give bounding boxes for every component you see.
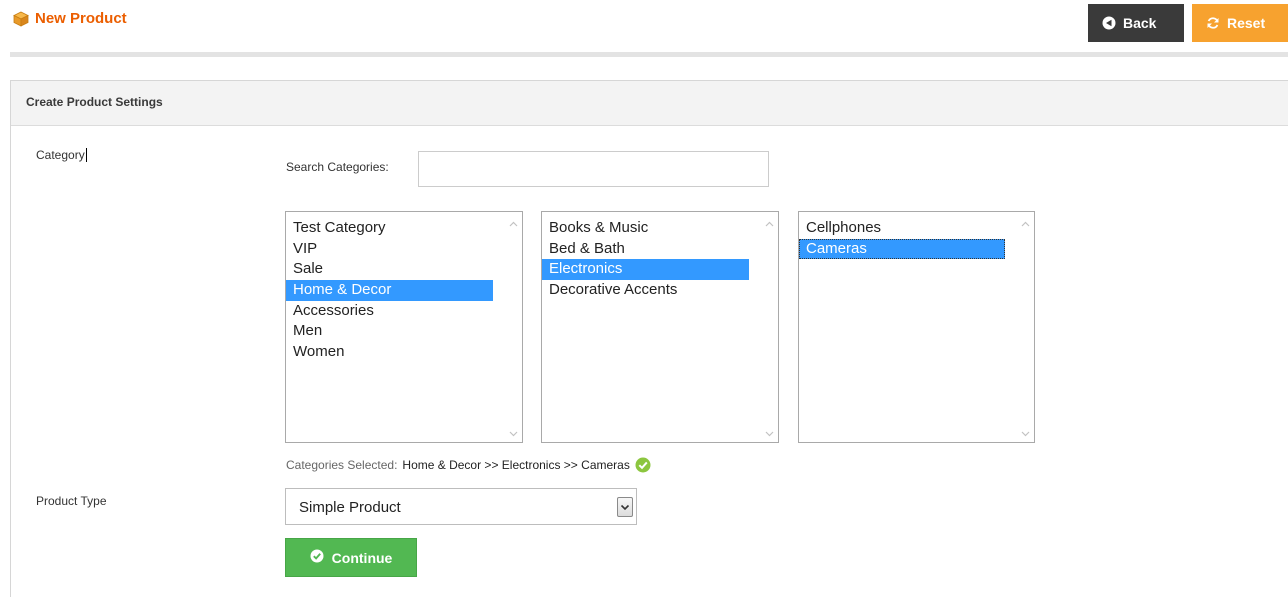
list-item[interactable]: VIP [286, 239, 493, 260]
product-type-label: Product Type [36, 494, 107, 508]
panel-title: Create Product Settings [11, 81, 1288, 126]
categories-selected-label: Categories Selected: [286, 458, 398, 472]
continue-button-label: Continue [331, 549, 393, 566]
chevron-down-icon[interactable] [617, 497, 633, 517]
list-item[interactable]: Sale [286, 259, 493, 280]
list-item[interactable]: Cellphones [799, 218, 1005, 239]
list-item-selected[interactable]: Home & Decor [286, 280, 493, 301]
product-type-select[interactable]: Simple Product [285, 488, 637, 525]
check-circle-icon [310, 549, 324, 566]
category-label: Category [36, 148, 87, 162]
reset-button-label: Reset [1227, 15, 1266, 31]
list-item[interactable]: Accessories [286, 301, 493, 322]
scrollbar[interactable] [1017, 212, 1034, 442]
chevron-down-icon[interactable] [509, 427, 518, 437]
list-item[interactable]: Men [286, 321, 493, 342]
category-list-level-3[interactable]: Cellphones Cameras [798, 211, 1035, 443]
chevron-down-icon[interactable] [765, 427, 774, 437]
list-item[interactable]: Women [286, 342, 493, 363]
scrollbar[interactable] [505, 212, 522, 442]
back-button[interactable]: Back [1088, 4, 1184, 42]
page-title-text: New Product [35, 10, 127, 27]
refresh-icon [1206, 16, 1220, 30]
categories-selected: Categories Selected: Home & Decor >> Ele… [286, 457, 651, 473]
chevron-up-icon[interactable] [1021, 218, 1030, 227]
categories-selected-value: Home & Decor >> Electronics >> Cameras [402, 458, 630, 472]
header-divider [10, 52, 1288, 57]
text-cursor [85, 148, 87, 162]
chevron-up-icon[interactable] [765, 218, 774, 227]
list-item-selected[interactable]: Cameras [799, 238, 1005, 260]
page-header: New Product Back Reset [0, 0, 1288, 57]
continue-button[interactable]: Continue [285, 538, 417, 577]
list-item[interactable]: Test Category [286, 218, 493, 239]
arrow-left-icon [1102, 16, 1116, 30]
chevron-up-icon[interactable] [509, 218, 518, 227]
product-type-value: Simple Product [299, 499, 401, 516]
category-label-text: Category [36, 148, 85, 162]
chevron-down-icon[interactable] [1021, 427, 1030, 437]
search-categories-input[interactable] [418, 151, 769, 187]
reset-button[interactable]: Reset [1192, 4, 1288, 42]
box-icon [13, 11, 29, 27]
category-list-level-2[interactable]: Books & Music Bed & Bath Electronics Dec… [541, 211, 779, 443]
list-item-selected[interactable]: Electronics [542, 259, 749, 281]
category-list-level-1[interactable]: Test Category VIP Sale Home & Decor Acce… [285, 211, 523, 443]
page-title: New Product [13, 10, 127, 27]
check-circle-icon [635, 457, 651, 473]
back-button-label: Back [1123, 15, 1157, 31]
search-categories-label: Search Categories: [286, 160, 389, 174]
list-item[interactable]: Books & Music [542, 218, 749, 239]
list-item[interactable]: Decorative Accents [542, 280, 749, 301]
list-item[interactable]: Bed & Bath [542, 239, 749, 260]
scrollbar[interactable] [761, 212, 778, 442]
